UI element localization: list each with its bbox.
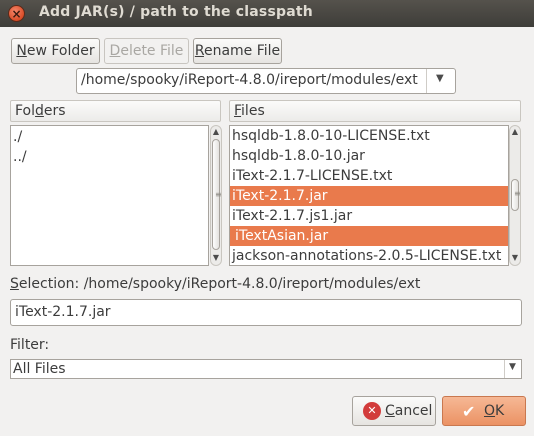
new-folder-mnemonic: N bbox=[16, 43, 27, 59]
scroll-up-arrow-icon[interactable]: ▲ bbox=[211, 127, 221, 136]
ok-mnemonic: O bbox=[484, 403, 496, 419]
folder-item[interactable]: ../ bbox=[11, 147, 27, 167]
grip-icon: ≡ bbox=[215, 190, 222, 199]
cancel-label-text: ancel bbox=[394, 403, 433, 419]
files-header-rest: iles bbox=[241, 103, 265, 119]
scroll-down-arrow-icon[interactable]: ▼ bbox=[211, 253, 221, 262]
file-item-selected[interactable]: iText-2.1.7.jar bbox=[230, 186, 508, 206]
filter-label: Filter: bbox=[10, 337, 50, 353]
title-bar: × Add JAR(s) / path to the classpath bbox=[0, 0, 534, 27]
folders-scrollbar-thumb[interactable]: ≡ bbox=[212, 139, 222, 250]
ok-label-text: K bbox=[495, 403, 505, 419]
path-combo[interactable]: /home/spooky/iReport-4.8.0/ireport/modul… bbox=[76, 68, 456, 94]
files-header-mnemonic: F bbox=[234, 103, 242, 119]
delete-file-label: elete File bbox=[120, 43, 184, 59]
delete-file-button[interactable]: Delete File bbox=[104, 38, 189, 64]
file-item-selected[interactable]: iTextAsian.jar bbox=[230, 226, 508, 246]
selection-label: Selection: /home/spooky/iReport-4.8.0/ir… bbox=[10, 276, 420, 292]
folders-header-pre: Fol bbox=[15, 103, 36, 119]
files-column-header[interactable]: Files bbox=[229, 100, 521, 122]
rename-file-label: ename File bbox=[203, 43, 281, 59]
delete-file-mnemonic: D bbox=[109, 43, 121, 59]
close-icon[interactable]: × bbox=[8, 5, 25, 22]
cancel-mnemonic: C bbox=[385, 403, 395, 419]
cancel-label: Cancel bbox=[385, 397, 432, 425]
filter-combo-value: All Files bbox=[13, 361, 66, 377]
ok-icon: ✔ bbox=[462, 402, 476, 421]
filter-combo[interactable]: All Files ▼ bbox=[10, 359, 522, 379]
file-item[interactable]: hsqldb-1.8.0-10.jar bbox=[230, 146, 508, 166]
ok-button[interactable]: ✔ OK bbox=[442, 396, 526, 426]
combo-separator bbox=[504, 360, 505, 378]
cancel-icon: ✕ bbox=[363, 402, 381, 420]
files-scrollbar[interactable]: ▲ ≡ ▼ bbox=[509, 125, 521, 266]
folders-header-mnemonic: d bbox=[35, 103, 44, 119]
grip-icon: ≡ bbox=[514, 189, 521, 198]
folder-item[interactable]: ./ bbox=[11, 127, 22, 147]
selection-label-text: election: /home/spooky/iReport-4.8.0/ire… bbox=[18, 276, 421, 292]
folders-column-header[interactable]: Folders bbox=[10, 100, 221, 122]
new-folder-button[interactable]: New Folder bbox=[11, 38, 100, 64]
file-item[interactable]: hsqldb-1.8.0-10-LICENSE.txt bbox=[230, 126, 508, 146]
rename-file-mnemonic: R bbox=[194, 43, 204, 59]
combo-separator bbox=[426, 69, 427, 93]
chevron-down-icon[interactable]: ▼ bbox=[509, 362, 516, 372]
path-combo-value: /home/spooky/iReport-4.8.0/ireport/modul… bbox=[81, 72, 418, 88]
file-item[interactable]: iText-2.1.7-LICENSE.txt bbox=[230, 166, 508, 186]
files-scrollbar-thumb[interactable]: ≡ bbox=[511, 179, 521, 211]
ok-label: OK bbox=[484, 397, 504, 425]
file-item[interactable]: iText-2.1.7.js1.jar bbox=[230, 206, 508, 226]
scroll-up-arrow-icon[interactable]: ▲ bbox=[510, 127, 520, 136]
folders-header-post: ers bbox=[43, 103, 66, 119]
scroll-down-arrow-icon[interactable]: ▼ bbox=[510, 253, 520, 262]
window-title: Add JAR(s) / path to the classpath bbox=[39, 4, 313, 20]
files-list[interactable]: hsqldb-1.8.0-10-LICENSE.txt hsqldb-1.8.0… bbox=[229, 125, 509, 266]
file-item[interactable]: jackson-annotations-2.0.5-LICENSE.txt bbox=[230, 246, 508, 265]
selection-input[interactable]: iText-2.1.7.jar bbox=[10, 299, 522, 326]
chevron-down-icon[interactable]: ▼ bbox=[436, 73, 444, 84]
selection-label-mnemonic: S bbox=[10, 276, 19, 292]
folders-scrollbar[interactable]: ▲ ≡ ▼ bbox=[210, 125, 222, 266]
folders-list[interactable]: ./ ../ bbox=[10, 125, 209, 266]
new-folder-label: ew Folder bbox=[26, 43, 95, 59]
cancel-button[interactable]: ✕ Cancel bbox=[352, 396, 436, 426]
rename-file-button[interactable]: Rename File bbox=[193, 38, 282, 64]
